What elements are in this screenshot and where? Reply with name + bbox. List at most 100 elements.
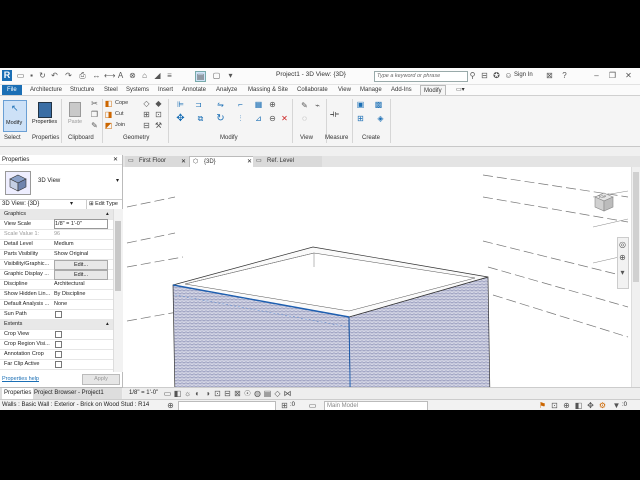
viewcube[interactable]: TOP (593, 191, 615, 213)
filter-icon[interactable]: ▼ (612, 401, 621, 410)
drag-on-selection-icon[interactable]: ✥ (586, 401, 595, 410)
apply-button[interactable]: Apply (82, 374, 120, 385)
instance-chevron-icon[interactable]: ▾ (70, 199, 73, 209)
select-by-face-icon[interactable]: ◧ (574, 401, 583, 410)
create-group-icon[interactable]: ⊞ (356, 114, 365, 123)
chevron-down-icon[interactable]: ▾ (116, 177, 119, 184)
thin-lines-icon[interactable]: ≡ (165, 71, 174, 80)
panel-select[interactable]: Select (4, 135, 21, 141)
prop-value[interactable]: By Discipline (54, 289, 106, 299)
undo-icon[interactable]: ↶ (50, 71, 59, 80)
tab-collaborate[interactable]: Collaborate (297, 85, 328, 95)
hammer-icon[interactable]: ⚒ (154, 121, 163, 130)
collapse-extents-icon[interactable]: ▴ (106, 319, 109, 329)
split-face-icon[interactable]: ◇ (142, 99, 151, 108)
minimize-icon[interactable]: – (592, 71, 601, 80)
sun-path-checkbox[interactable] (55, 311, 62, 318)
prop-value[interactable]: Medium (54, 239, 106, 249)
restore-icon[interactable]: ❐ (608, 71, 617, 80)
delete-icon[interactable]: ✕ (280, 114, 289, 123)
infocenter-icon[interactable]: ✪ (492, 71, 501, 80)
edit-type-button[interactable]: ⊞ Edit Type (86, 199, 118, 209)
show-crop-icon[interactable]: ⊟ (223, 389, 232, 398)
join-icon[interactable]: ◩ (104, 121, 113, 130)
tab-ref-level[interactable]: ▭ Ref. Level (253, 156, 322, 167)
design-option-select[interactable]: Main Model (324, 401, 428, 410)
workset-field[interactable] (178, 401, 276, 410)
lock-view-icon[interactable]: ⊠ (233, 389, 242, 398)
split-icon[interactable]: ⫶ (236, 114, 245, 123)
nav-menu-icon[interactable]: ▾ (618, 268, 627, 277)
tab-annotate[interactable]: Annotate (182, 85, 206, 95)
select-pinned-icon[interactable]: ⊕ (562, 401, 571, 410)
prop-value[interactable]: None (54, 299, 106, 309)
offset-icon[interactable]: ⊐ (194, 100, 203, 109)
sync-icon[interactable]: ↻ (38, 71, 47, 80)
close-tab-icon[interactable]: ✕ (181, 158, 186, 165)
create-parts-icon[interactable]: ▩ (374, 100, 383, 109)
measure-tool-icon[interactable]: ⟛ (330, 110, 339, 120)
prop-value[interactable]: Architectural (54, 279, 106, 289)
3d-view-canvas[interactable]: TOP ◎ ⊕ ▾ (123, 167, 631, 410)
tab-analyze[interactable]: Analyze (216, 85, 237, 95)
tab-manage[interactable]: Manage (360, 85, 382, 95)
measure-icon[interactable]: ↔ (92, 71, 101, 80)
annotation-crop-checkbox[interactable] (55, 351, 62, 358)
demolish-icon[interactable]: ⊡ (154, 110, 163, 119)
user-icon[interactable]: ☺ (504, 71, 513, 80)
properties-scrollbar[interactable] (113, 209, 123, 372)
properties-help-link[interactable]: Properties help (2, 376, 39, 382)
help-icon[interactable]: ? (560, 71, 569, 80)
paste-button[interactable]: Paste (66, 100, 84, 130)
close-icon[interactable]: ✕ (624, 71, 633, 80)
tab-massing-site[interactable]: Massing & Site (248, 85, 288, 95)
default-3d-icon[interactable]: ⌂ (140, 71, 149, 80)
tag-icon[interactable]: ⊗ (128, 71, 137, 80)
join-button[interactable]: Join (115, 122, 125, 128)
tab-systems[interactable]: Systems (126, 85, 149, 95)
wall-joins-icon[interactable]: ⊞ (142, 110, 151, 119)
cope-icon[interactable]: ◧ (104, 99, 113, 108)
customize-qat-icon[interactable]: ▾ (226, 71, 235, 80)
scrollbar-thumb[interactable] (115, 221, 121, 291)
temp-view-props-icon[interactable]: ▤ (263, 389, 272, 398)
redo-icon[interactable]: ↷ (64, 71, 73, 80)
copy-icon[interactable]: ⧉ (196, 114, 205, 123)
steering-wheel-icon[interactable]: ◎ (618, 240, 627, 249)
shadows-icon[interactable]: ◐ (193, 389, 202, 398)
cope-button[interactable]: Cope (115, 100, 128, 106)
type-selector[interactable]: 3D View ▾ (0, 165, 122, 200)
tab-view[interactable]: View (338, 85, 351, 95)
cut-clipboard-icon[interactable]: ✂ (90, 99, 99, 108)
move-icon[interactable]: ✥ (176, 114, 185, 124)
revit-logo-icon[interactable]: R (2, 70, 12, 81)
zoom-icon[interactable]: ⊕ (618, 253, 627, 262)
view-scrollbar[interactable] (631, 167, 640, 387)
sign-in-link[interactable]: Sign In (514, 72, 533, 78)
highlight-displacement-icon[interactable]: ⋈ (283, 389, 292, 398)
reveal-hidden-icon[interactable]: ◍ (253, 389, 262, 398)
open-icon[interactable]: ▭ (16, 71, 25, 80)
tab-file[interactable]: File (2, 85, 22, 95)
analytical-model-icon[interactable]: ◇ (273, 389, 282, 398)
unpin-icon[interactable]: ⊖ (268, 114, 277, 123)
prop-value[interactable]: Show Original (54, 249, 106, 259)
tab-architecture[interactable]: Architecture (30, 85, 62, 95)
app-store-icon[interactable]: ⊠ (545, 71, 554, 80)
section-icon[interactable]: ◢ (153, 71, 162, 80)
cut-geometry-icon[interactable]: ◨ (104, 110, 113, 119)
linework-icon[interactable]: ⌁ (313, 101, 322, 110)
search-input[interactable]: Type a keyword or phrase (374, 71, 468, 82)
modify-button[interactable]: ↖ Modify (3, 100, 27, 132)
sun-path-icon[interactable]: ☼ (183, 389, 192, 398)
close-palette-icon[interactable]: ✕ (113, 156, 118, 163)
view-scrollbar-thumb[interactable] (633, 172, 639, 282)
trim-icon[interactable]: ⌐ (236, 100, 245, 109)
view-scale-control[interactable]: 1/8" = 1'-0" (129, 388, 158, 399)
close-hidden-icon[interactable]: ▢ (212, 71, 221, 80)
far-clip-checkbox[interactable] (55, 361, 62, 368)
match-type-icon[interactable]: ✎ (90, 121, 99, 130)
design-options-icon[interactable]: ▭ (308, 401, 317, 410)
select-underlay-icon[interactable]: ⊡ (550, 401, 559, 410)
tab-project-browser[interactable]: Project Browser - Project1 (34, 388, 104, 399)
